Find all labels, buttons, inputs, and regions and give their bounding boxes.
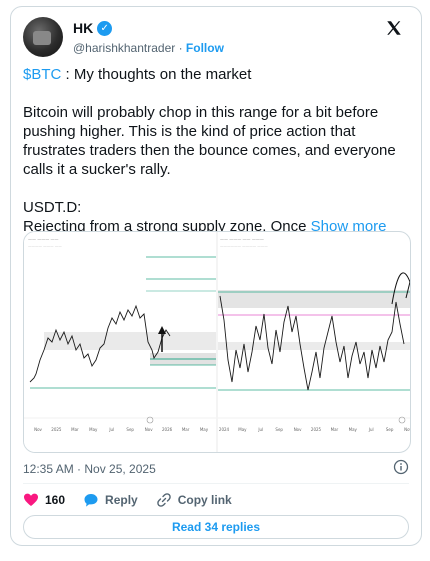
svg-text:—— ——— ——: —— ——— —— <box>28 237 59 242</box>
info-icon[interactable] <box>393 459 409 475</box>
left-chart-x-tick: May <box>89 427 98 432</box>
author-name-row: HK ✓ <box>73 20 113 36</box>
divider <box>23 483 409 484</box>
like-button[interactable]: 160 <box>23 492 65 508</box>
tweet-media[interactable]: —— ——— —— ———— ——— —— Nov 2025 Mar May Jul Se… <box>23 231 411 453</box>
left-chart-x-tick: May <box>200 427 209 432</box>
left-chart-x-tick: Nov <box>145 427 153 432</box>
x-logo-icon[interactable] <box>385 19 403 37</box>
tweet-paragraph-2: Bitcoin will probably chop in this range… <box>23 104 396 178</box>
copy-link-label: Copy link <box>177 493 232 507</box>
left-chart: —— ——— —— ———— ——— —— Nov 2025 Mar May Jul Se… <box>24 232 216 452</box>
left-chart-x-tick: Jul <box>108 427 114 432</box>
left-chart-x-tick: Mar <box>71 427 79 432</box>
avatar-image <box>33 31 51 45</box>
tweet-line-1: : My thoughts on the market <box>61 66 252 83</box>
author-handle[interactable]: @harishkhantrader <box>73 41 175 55</box>
avatar[interactable] <box>23 17 63 57</box>
heart-icon <box>24 493 38 506</box>
separator-dot: · <box>178 41 183 55</box>
cashtag-link[interactable]: $BTC <box>23 66 61 83</box>
right-chart-x-tick: May <box>238 427 247 432</box>
right-chart-x-tick: Nov <box>404 427 411 432</box>
right-chart-x-tick: Jul <box>368 427 374 432</box>
right-chart: —— ——— —— ——— —————— ———— ——— 2024 May Jul… <box>218 237 411 432</box>
follow-button[interactable]: Follow <box>186 41 224 55</box>
tweet-header: HK ✓ @harishkhantrader · Follow <box>23 17 409 61</box>
right-chart-x-tick: Sep <box>386 427 394 432</box>
svg-text:—— ——— —— ———: —— ——— —— ——— <box>220 237 264 242</box>
like-count: 160 <box>45 493 66 507</box>
author-name[interactable]: HK <box>73 20 93 36</box>
timestamp[interactable]: 12:35 AM · Nov 25, 2025 <box>23 462 156 476</box>
right-chart-x-tick: Sep <box>275 427 283 432</box>
left-chart-x-tick: Nov <box>34 427 42 432</box>
right-chart-x-tick: Nov <box>294 427 302 432</box>
right-chart-x-tick: Mar <box>331 427 339 432</box>
tweet-text: $BTC : My thoughts on the market Bitcoin… <box>23 65 415 236</box>
action-bar: 160 Reply Copy link <box>23 489 232 511</box>
left-chart-x-tick: Mar <box>182 427 190 432</box>
reply-bubble-icon <box>84 494 98 507</box>
author-handle-row: @harishkhantrader · Follow <box>73 41 224 55</box>
left-chart-x-tick: 2026 <box>162 427 173 432</box>
right-chart-x-tick: May <box>349 427 358 432</box>
link-icon <box>156 493 171 507</box>
right-chart-x-tick: Jul <box>257 427 263 432</box>
left-chart-x-tick: Sep <box>126 427 134 432</box>
left-chart-x-tick: 2025 <box>51 427 62 432</box>
verified-badge-icon: ✓ <box>97 20 113 36</box>
read-replies-button[interactable]: Read 34 replies <box>23 515 409 539</box>
svg-text:—————— ———— ———: —————— ———— ——— <box>220 244 268 248</box>
right-chart-x-tick: 2024 <box>219 427 230 432</box>
right-chart-x-tick: 2025 <box>311 427 322 432</box>
reply-button[interactable]: Reply <box>83 492 138 508</box>
copy-link-button[interactable]: Copy link <box>156 492 232 508</box>
svg-text:———— ——— ——: ———— ——— —— <box>28 244 62 248</box>
tweet-card: HK ✓ @harishkhantrader · Follow $BTC : M… <box>10 6 422 546</box>
reply-label: Reply <box>105 493 138 507</box>
tweet-line-3: USDT.D: <box>23 199 82 216</box>
chart-screenshots: —— ——— —— ———— ——— —— Nov 2025 Mar May Jul Se… <box>24 232 411 452</box>
